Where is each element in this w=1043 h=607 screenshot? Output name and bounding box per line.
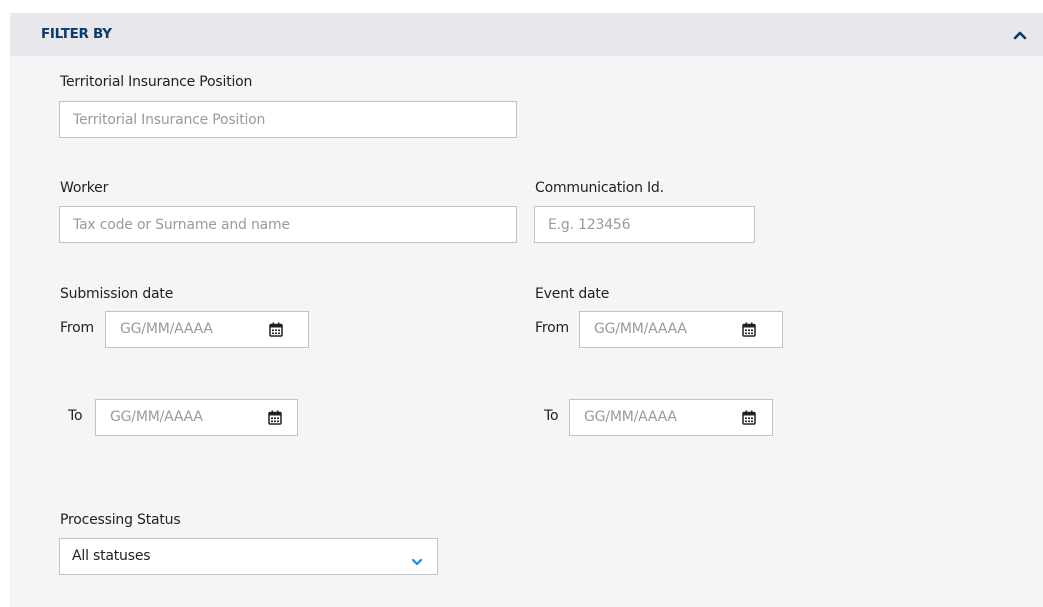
event-from-input[interactable]: [594, 321, 724, 337]
worker-label: Worker: [60, 180, 109, 196]
communication-id-label: Communication Id.: [535, 180, 664, 196]
calendar-icon[interactable]: [742, 410, 756, 425]
processing-status-label: Processing Status: [60, 512, 181, 528]
calendar-icon[interactable]: [742, 322, 756, 337]
submission-from-field: [105, 311, 309, 348]
submission-to-label: To: [68, 408, 83, 424]
worker-input[interactable]: [59, 206, 517, 243]
chevron-down-icon: [411, 552, 423, 566]
calendar-icon[interactable]: [269, 322, 283, 337]
submission-from-input[interactable]: [120, 321, 250, 337]
calendar-icon[interactable]: [268, 410, 282, 425]
communication-id-input[interactable]: [534, 206, 755, 243]
submission-to-input[interactable]: [110, 409, 240, 425]
event-date-label: Event date: [535, 286, 610, 302]
territorial-position-label: Territorial Insurance Position: [60, 74, 253, 90]
submission-to-field: [95, 399, 298, 436]
filter-title: FILTER BY: [41, 26, 112, 42]
territorial-position-input[interactable]: [59, 101, 517, 138]
submission-from-label: From: [60, 320, 94, 336]
filter-panel-header[interactable]: FILTER BY: [10, 13, 1043, 56]
processing-status-value: All statuses: [72, 548, 151, 564]
event-from-label: From: [535, 320, 569, 336]
submission-date-label: Submission date: [60, 286, 174, 302]
processing-status-select[interactable]: All statuses: [59, 538, 438, 575]
event-to-input[interactable]: [584, 409, 714, 425]
chevron-up-icon[interactable]: [1009, 24, 1031, 46]
event-to-label: To: [544, 408, 559, 424]
event-from-field: [579, 311, 783, 348]
event-to-field: [569, 399, 773, 436]
